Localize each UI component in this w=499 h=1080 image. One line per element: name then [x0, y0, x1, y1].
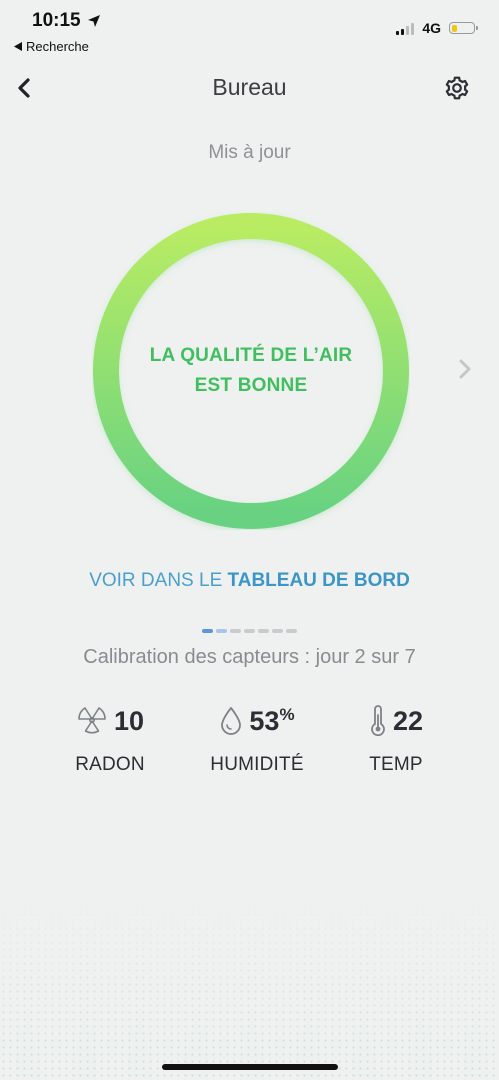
dashboard-link-emphasis: TABLEAU DE BORD [227, 570, 410, 591]
next-page-button[interactable] [455, 357, 475, 381]
metric-radon[interactable]: 10 RADON [30, 700, 190, 776]
home-indicator[interactable] [162, 1064, 338, 1070]
air-quality-line1: LA QUALITÉ DE L’AIR [149, 345, 353, 366]
humidity-unit: % [279, 705, 295, 724]
last-updated-label: Mis à jour [208, 142, 291, 163]
page-dot [230, 629, 241, 633]
air-quality-status: LA QUALITÉ DE L’AIR EST BONNE [92, 212, 410, 530]
location-arrow-icon [87, 15, 100, 27]
decorative-dot-pattern [0, 890, 499, 1080]
time-text: 10:15 [32, 10, 81, 31]
status-indicators: 4G [396, 20, 478, 36]
back-app-label: Recherche [26, 39, 89, 54]
radon-icon [78, 707, 106, 734]
back-to-app-link[interactable]: Recherche [14, 39, 89, 54]
page-dot [286, 629, 297, 633]
humidity-label: HUMIDITÉ [210, 754, 304, 775]
sensor-metrics: 10 RADON 53% HUMIDITÉ 22 TEMP [0, 700, 499, 790]
metric-temp[interactable]: 22 TEMP [316, 700, 476, 776]
view-dashboard-link[interactable]: VOIR DANS LE TABLEAU DE BORD [0, 570, 499, 592]
chevron-right-icon [459, 359, 471, 379]
settings-button[interactable] [441, 72, 473, 104]
page-dot [244, 629, 255, 633]
humidity-value-group: 53% [249, 705, 294, 737]
page-dot [216, 629, 227, 633]
gear-icon [445, 76, 469, 100]
triangle-left-icon [14, 42, 22, 51]
temp-value: 22 [392, 705, 424, 736]
page-dot [202, 629, 213, 633]
air-quality-ring[interactable]: LA QUALITÉ DE L’AIR EST BONNE [92, 212, 410, 530]
battery-icon [449, 22, 478, 34]
status-bar: 10:15 Recherche 4G [0, 0, 499, 60]
humidity-value: 53 [249, 706, 280, 736]
dashboard-link-prefix: VOIR DANS LE [89, 570, 228, 591]
cellular-signal-icon [396, 22, 415, 35]
temp-label: TEMP [369, 754, 423, 775]
page-dot [272, 629, 283, 633]
page-title: Bureau [212, 74, 287, 100]
radon-label: RADON [75, 754, 145, 775]
page-dot [258, 629, 269, 633]
network-type: 4G [422, 20, 441, 36]
radon-value: 10 [113, 705, 145, 736]
header: Bureau [0, 68, 499, 108]
page-indicator [202, 629, 297, 633]
thermometer-icon [371, 705, 385, 737]
status-time: 10:15 [32, 10, 101, 32]
battery-level-fill [451, 24, 457, 32]
droplet-icon [221, 707, 242, 735]
metric-humidity[interactable]: 53% HUMIDITÉ [177, 700, 337, 776]
air-quality-line2: EST BONNE [194, 375, 308, 396]
calibration-status: Calibration des capteurs : jour 2 sur 7 [83, 646, 416, 668]
